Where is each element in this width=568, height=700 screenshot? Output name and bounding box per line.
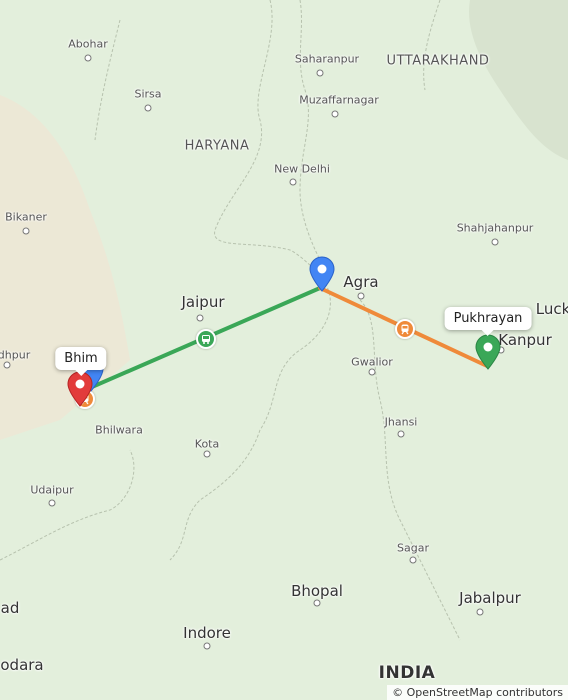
train-icon[interactable] [395, 319, 415, 339]
start-pin-bhim[interactable] [66, 371, 94, 407]
callout-bhim[interactable]: Bhim [55, 347, 107, 376]
bus-icon[interactable] [196, 329, 216, 349]
callout-pukhrayan[interactable]: Pukhrayan [444, 307, 532, 336]
waypoint-pin-agra[interactable] [308, 256, 336, 292]
destination-pin-pukhrayan[interactable] [474, 334, 502, 370]
map-attribution[interactable]: © OpenStreetMap contributors [387, 685, 568, 700]
map-canvas[interactable]: Abohar Sirsa HARYANA Bikaner Saharanpur … [0, 0, 568, 700]
